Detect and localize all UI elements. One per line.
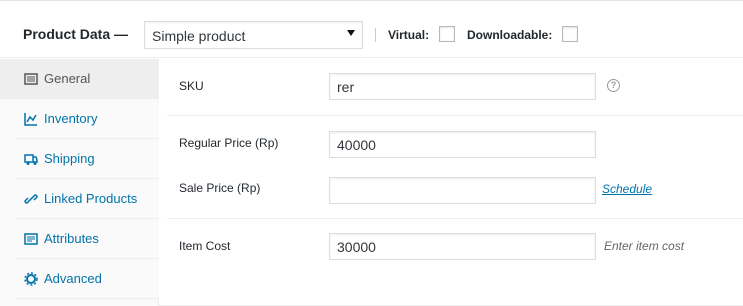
tab-inventory[interactable]: Inventory xyxy=(14,99,159,139)
section-divider xyxy=(167,218,743,219)
tab-shipping[interactable]: Shipping xyxy=(14,139,159,179)
panel-title: Product Data — xyxy=(23,26,129,42)
item-cost-label: Item Cost xyxy=(179,239,231,253)
product-type-select[interactable]: Simple product xyxy=(144,21,363,49)
sku-input[interactable]: rer xyxy=(329,73,596,100)
tab-advanced[interactable]: Advanced xyxy=(14,259,159,299)
section-divider xyxy=(167,115,743,116)
tab-attributes[interactable]: Attributes xyxy=(14,219,159,259)
item-cost-value: 30000 xyxy=(337,239,376,255)
attributes-icon xyxy=(24,233,38,245)
regular-price-label: Regular Price (Rp) xyxy=(179,136,279,150)
panel-header: Product Data — Simple product Virtual: D… xyxy=(0,1,743,58)
sale-price-label: Sale Price (Rp) xyxy=(179,181,261,195)
product-type-value: Simple product xyxy=(152,28,246,44)
sale-price-input[interactable] xyxy=(329,177,596,204)
item-cost-input[interactable]: 30000 xyxy=(329,233,596,260)
product-data-panel: Product Data — Simple product Virtual: D… xyxy=(0,0,743,306)
downloadable-label: Downloadable: xyxy=(467,28,553,42)
tab-label-linked-products: Linked Products xyxy=(44,191,138,206)
tab-label-general: General xyxy=(44,71,91,86)
tab-label-inventory: Inventory xyxy=(44,111,98,126)
shipping-icon xyxy=(24,154,38,165)
virtual-checkbox[interactable] xyxy=(439,26,455,42)
tab-label-attributes: Attributes xyxy=(44,231,99,246)
item-cost-hint: Enter item cost xyxy=(604,239,685,253)
product-data-tabs: General Inventory Shipping Linked Produc… xyxy=(0,59,159,306)
general-icon xyxy=(24,73,38,85)
advanced-icon xyxy=(24,272,38,286)
header-divider xyxy=(375,28,376,42)
linked-products-icon xyxy=(24,194,38,204)
sku-value: rer xyxy=(337,79,355,95)
tab-linked-products[interactable]: Linked Products xyxy=(14,179,159,219)
schedule-link[interactable]: Schedule xyxy=(602,182,652,196)
dropdown-arrow-icon xyxy=(347,30,355,36)
virtual-label: Virtual: xyxy=(388,28,430,42)
sku-label: SKU xyxy=(179,79,204,93)
inventory-icon xyxy=(24,113,37,126)
tab-label-advanced: Advanced xyxy=(44,271,102,286)
regular-price-value: 40000 xyxy=(337,137,376,153)
help-icon[interactable]: ? xyxy=(607,79,620,92)
tab-label-shipping: Shipping xyxy=(44,151,95,166)
regular-price-input[interactable]: 40000 xyxy=(329,131,596,158)
tab-general[interactable]: General xyxy=(0,59,159,99)
downloadable-checkbox[interactable] xyxy=(562,26,578,42)
